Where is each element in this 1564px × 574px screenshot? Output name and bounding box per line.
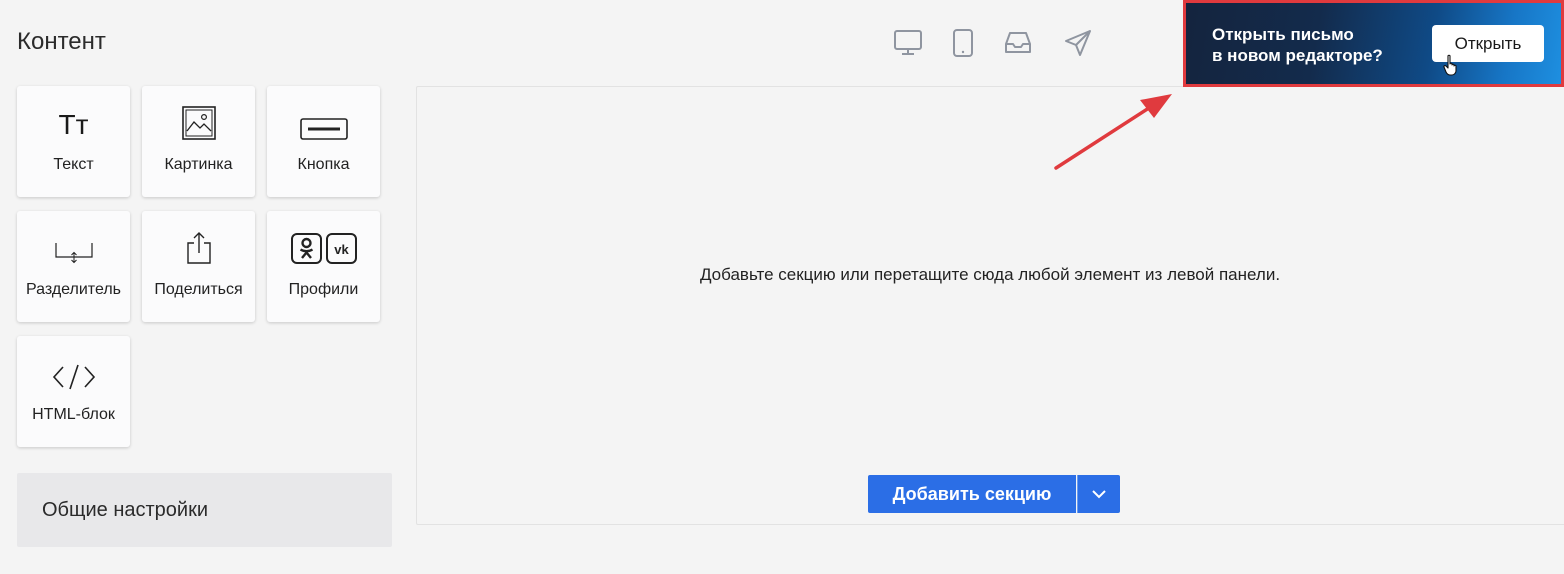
send-icon[interactable]: [1063, 28, 1093, 58]
new-editor-banner: Открыть письмо в новом редакторе? Открыт…: [1183, 0, 1564, 87]
block-label: Поделиться: [154, 281, 243, 298]
add-section-dropdown[interactable]: [1077, 475, 1120, 513]
button-icon: [267, 86, 380, 142]
banner-text: Открыть письмо в новом редакторе?: [1212, 24, 1383, 66]
block-html[interactable]: HTML-блок: [17, 336, 130, 447]
mobile-icon[interactable]: [948, 28, 978, 58]
general-settings-panel[interactable]: Общие настройки: [17, 473, 392, 547]
block-label: Текст: [53, 156, 94, 173]
banner-line-2: в новом редакторе?: [1212, 46, 1383, 65]
block-label: Профили: [288, 281, 359, 298]
banner-line-1: Открыть письмо: [1212, 25, 1354, 44]
add-section-button[interactable]: Добавить секцию: [868, 475, 1076, 513]
block-button[interactable]: Кнопка: [267, 86, 380, 197]
share-icon: [142, 211, 255, 267]
block-profiles[interactable]: vk Профили: [267, 211, 380, 322]
add-section-group: Добавить секцию: [868, 475, 1120, 513]
block-label: Разделитель: [25, 281, 121, 298]
text-format-icon: Тт: [58, 109, 89, 140]
desktop-icon[interactable]: [893, 28, 923, 58]
inbox-icon[interactable]: [1003, 28, 1033, 58]
block-label: Кнопка: [297, 156, 350, 173]
chevron-down-icon: [1092, 490, 1106, 499]
panel-title: Контент: [17, 28, 106, 55]
svg-text:vk: vk: [334, 242, 349, 257]
divider-icon: [17, 211, 130, 267]
block-divider[interactable]: Разделитель: [17, 211, 130, 322]
image-icon: [142, 86, 255, 142]
social-profiles-icon: vk: [267, 211, 380, 267]
general-settings-label: Общие настройки: [42, 498, 208, 521]
block-image[interactable]: Картинка: [142, 86, 255, 197]
canvas-hint: Добавьте секцию или перетащите сюда любо…: [699, 265, 1281, 284]
hand-cursor-icon: [1443, 54, 1461, 81]
code-icon: [17, 336, 130, 392]
block-text[interactable]: Тт Текст: [17, 86, 130, 197]
block-label: HTML-блок: [32, 406, 115, 423]
block-label: Картинка: [164, 156, 233, 173]
email-canvas[interactable]: Добавьте секцию или перетащите сюда любо…: [416, 86, 1564, 525]
block-share[interactable]: Поделиться: [142, 211, 255, 322]
